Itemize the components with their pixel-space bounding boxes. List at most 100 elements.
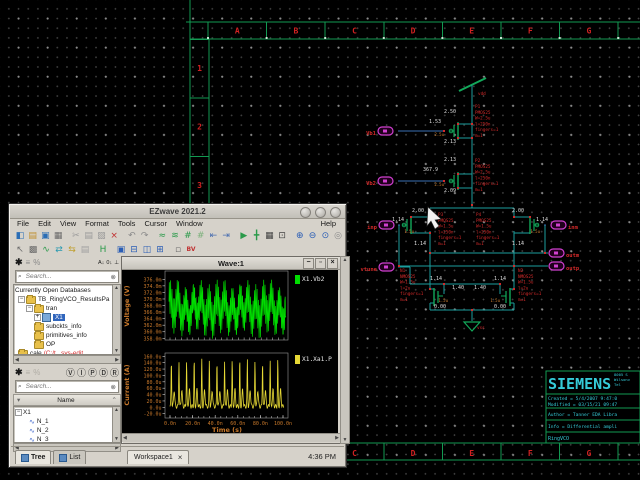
- chart-area[interactable]: 376.0m374.0m372.0m370.0m368.0m366.0m364.…: [122, 270, 293, 433]
- zoom-box-button[interactable]: ⊙: [319, 230, 331, 242]
- report-button[interactable]: ▤: [79, 244, 91, 256]
- filter-Ⓓ-button[interactable]: Ⓓ: [99, 366, 108, 379]
- tile-horizontal-button[interactable]: ⊟: [128, 244, 140, 256]
- signal-type-icon[interactable]: ✱: [15, 367, 23, 378]
- signal-up-button[interactable]: ⇄: [53, 244, 65, 256]
- tile-vertical-button[interactable]: ◫: [141, 244, 153, 256]
- voltage-waveform[interactable]: [169, 280, 286, 339]
- signal-vertical-scrollbar[interactable]: ▲▼: [112, 407, 120, 442]
- port-inm[interactable]: inm: [551, 221, 579, 231]
- collapse-icon[interactable]: ⌃: [112, 396, 117, 404]
- measure-a-button[interactable]: #: [182, 230, 194, 242]
- redo-button[interactable]: ↷: [139, 230, 151, 242]
- clear-search-icon[interactable]: ⊗: [111, 273, 116, 281]
- device-params-P1[interactable]: P1PMOS25W=2.5ul=250nfingers=1m=1: [475, 104, 499, 139]
- databases-icon[interactable]: ✱: [15, 257, 23, 268]
- undo-button[interactable]: ↶: [126, 230, 138, 242]
- tree-item-x1[interactable]: +X1: [15, 313, 112, 322]
- tree-vertical-scrollbar[interactable]: ▲▼: [112, 285, 120, 354]
- signal-item-n_1[interactable]: ∿N_1: [15, 417, 112, 426]
- wave-window[interactable]: Wave:1 − ▫ × 376.0m374.0m372.0m370.0m368…: [121, 256, 341, 444]
- browser-search[interactable]: ⌕ ⊗: [15, 270, 119, 283]
- workspace-tab[interactable]: Workspace1 ×: [127, 450, 189, 464]
- export-button[interactable]: ▶: [238, 230, 250, 242]
- sort-icon[interactable]: 0↓: [106, 260, 112, 266]
- current-waveform[interactable]: [170, 359, 284, 409]
- tree-item-op[interactable]: OP: [15, 340, 112, 349]
- link-icon[interactable]: %: [33, 258, 40, 267]
- workspace-close-icon[interactable]: ×: [178, 453, 183, 462]
- filter-Ⓘ-button[interactable]: Ⓘ: [77, 366, 86, 379]
- select-button[interactable]: ↖: [14, 244, 26, 256]
- tree-item-cale[interactable]: cale(C:/t...sys-edit: [15, 349, 112, 355]
- legend-item-voltage[interactable]: X1.Vb2: [295, 275, 324, 284]
- open-button[interactable]: ▤: [27, 230, 39, 242]
- expand-all-icon[interactable]: ▾: [17, 396, 20, 404]
- menu-tools[interactable]: Tools: [118, 219, 136, 228]
- legend-item-current[interactable]: X1.Xa1.P: [295, 355, 332, 364]
- copy-button[interactable]: ▤: [83, 230, 95, 242]
- zoom-region-button[interactable]: ▫: [172, 244, 184, 256]
- snapshot-button[interactable]: ▩: [27, 244, 39, 256]
- signal-search[interactable]: ⌕ ⊗: [15, 380, 119, 393]
- port-inp[interactable]: inp: [367, 221, 394, 231]
- device-params-P4[interactable]: P4PMOS25W=1.5ul=250nfingers=1m=1: [476, 212, 500, 247]
- menu-window[interactable]: Window: [176, 219, 203, 228]
- device-params-N1[interactable]: N1NMOS25W=1.5ul=2ufingers=1m=1: [400, 268, 424, 303]
- ring-vco-circuit[interactable]: vddvssVb1Vb2inpinmoutmoutpvtune2.501.532…: [360, 78, 579, 331]
- zoom-fit-button[interactable]: ◎: [332, 230, 344, 242]
- sort-icon[interactable]: ⊥: [114, 260, 119, 266]
- cursor-box-button[interactable]: ⊡: [276, 230, 288, 242]
- menu-format[interactable]: Format: [85, 219, 109, 228]
- tile-grid-button[interactable]: ⊞: [154, 244, 166, 256]
- port-vb2[interactable]: Vb2: [366, 177, 393, 187]
- wave-titlebar[interactable]: Wave:1 − ▫ ×: [122, 257, 340, 270]
- signal-item-n_2[interactable]: ∿N_2: [15, 426, 112, 435]
- signal-item-n_3[interactable]: ∿N_3: [15, 435, 112, 443]
- port-vb1[interactable]: Vb1: [366, 127, 393, 137]
- menu-file[interactable]: File: [17, 219, 29, 228]
- pan-button[interactable]: ╋: [251, 230, 263, 242]
- device-params-N2[interactable]: N2NMOS25W=1.5ul=2ufingers=1m=1: [518, 268, 542, 303]
- tree-item-tb_ringvco_resultspa[interactable]: −TB_RingVCO_ResultsPa: [15, 295, 112, 304]
- signal-root[interactable]: −X1: [15, 408, 112, 417]
- app-icon[interactable]: ◧: [14, 230, 26, 242]
- grid-button[interactable]: ▦: [263, 230, 275, 242]
- next-edge-button[interactable]: ⇥: [220, 230, 232, 242]
- tree-item-subckts_info[interactable]: subckts_info: [15, 322, 112, 331]
- fit-h-button[interactable]: H: [97, 244, 109, 256]
- wave-horizontal-scrollbar[interactable]: ◀▶: [122, 433, 340, 442]
- tree-item-primitives_info[interactable]: primitives_info: [15, 331, 112, 340]
- port-outm[interactable]: outm: [549, 249, 580, 259]
- add-waveform-button[interactable]: ≈: [156, 230, 168, 242]
- port-vtune[interactable]: vtune: [360, 263, 394, 273]
- delete-button[interactable]: ×: [108, 230, 120, 242]
- paste-button[interactable]: ▧: [96, 230, 108, 242]
- signal-search-input[interactable]: [24, 382, 109, 391]
- cut-button[interactable]: ✂: [70, 230, 82, 242]
- tree-horizontal-scrollbar[interactable]: ◀▶: [13, 355, 121, 364]
- list-view-icon[interactable]: ≡: [26, 258, 31, 267]
- wave-minimize-button[interactable]: −: [303, 258, 314, 269]
- wave-vertical-scrollbar[interactable]: ▲▼: [340, 256, 350, 444]
- zoom-in-button[interactable]: ⊕: [294, 230, 306, 242]
- tree-item-tran[interactable]: −tran: [15, 304, 112, 313]
- print-button[interactable]: ▦: [52, 230, 64, 242]
- menu-cursor[interactable]: Cursor: [144, 219, 167, 228]
- filter-Ⓡ-button[interactable]: Ⓡ: [110, 366, 119, 379]
- menu-edit[interactable]: Edit: [38, 219, 51, 228]
- prev-edge-button[interactable]: ⇤: [207, 230, 219, 242]
- drag-signal-button[interactable]: ≋: [169, 230, 181, 242]
- wave-close-button[interactable]: ×: [327, 258, 338, 269]
- device-params-P3[interactable]: P3PMOS25W=1.5ul=250nfingers=1m=1: [438, 212, 462, 247]
- clear-search-icon[interactable]: ⊗: [111, 383, 116, 391]
- filter-Ⓥ-button[interactable]: Ⓥ: [66, 366, 75, 379]
- signal-down-button[interactable]: ⇆: [66, 244, 78, 256]
- new-window-button[interactable]: ▣: [115, 244, 127, 256]
- tab-tree[interactable]: Tree: [15, 450, 51, 464]
- sort-icon[interactable]: A↓: [98, 260, 104, 266]
- menu-help[interactable]: Help: [321, 219, 336, 228]
- close-button[interactable]: [330, 207, 341, 218]
- measure-b-button[interactable]: #: [195, 230, 207, 242]
- browser-search-input[interactable]: [24, 272, 109, 281]
